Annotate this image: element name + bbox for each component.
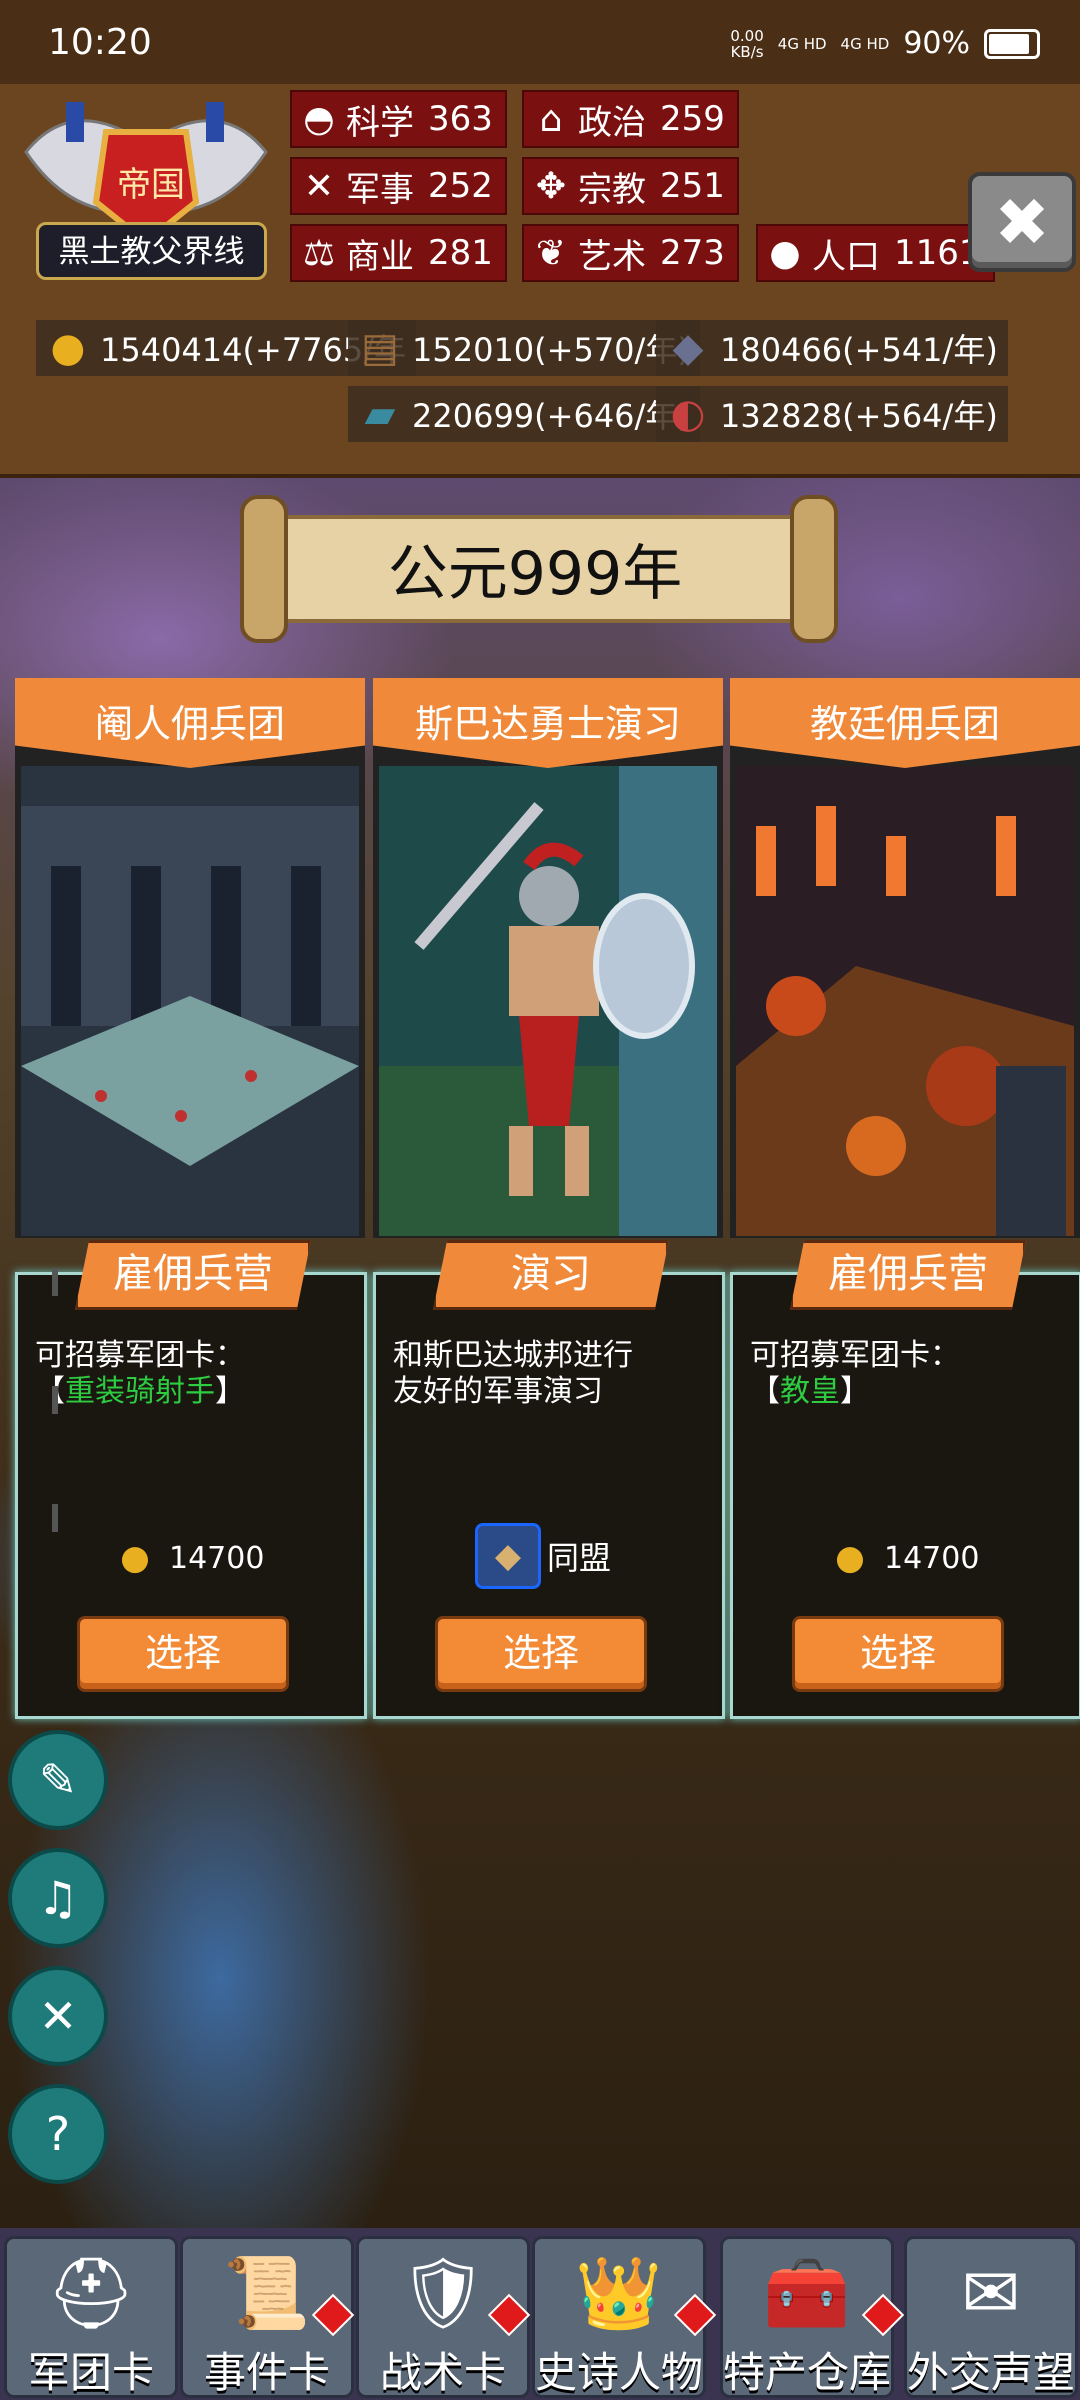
music-button[interactable]: ♫ (8, 1848, 108, 1948)
wood-icon: ▤ (361, 325, 399, 371)
year-text: 公元999年 (387, 539, 683, 609)
commerce-icon: ⚖ (302, 232, 336, 274)
alliance-shield-icon: ◆ (475, 1523, 541, 1589)
event-card-2[interactable]: 斯巴达勇士演习 演习 和斯巴达城邦进行 友好的军事演习 ◆ 同盟 选择 (373, 678, 725, 1719)
unit-name-highlight: 重装骑射手 (65, 1374, 215, 1409)
status-time: 10:20 (48, 22, 152, 63)
card-description: 可招募军团卡： 【教皇】 (750, 1338, 960, 1409)
status-bar: 10:20 0.00 KB/s 4G HD 4G HD 90% (0, 0, 1080, 84)
stat-art: ❦ 艺术 273 (522, 224, 739, 282)
stat-religion: ✥ 宗教 251 (522, 157, 739, 215)
signal-1: 4G HD (777, 34, 827, 53)
event-card-3[interactable]: 教廷佣兵团 雇佣兵营 可招募军团卡： 【教皇】 ● 14700 选择 (730, 678, 1080, 1719)
music-icon: ♫ (37, 1871, 79, 1925)
church-ruins-illustration (736, 766, 1074, 1236)
nav-legion-cards[interactable]: ⛑ 军团卡 (4, 2236, 178, 2398)
iron-icon: ▰ (364, 391, 396, 437)
select-button[interactable]: 选择 (435, 1616, 647, 1692)
alliance-reward: ◆ 同盟 (475, 1523, 611, 1589)
card-type-tag: 演习 (433, 1240, 669, 1310)
card-cost: ● 14700 (826, 1538, 979, 1578)
resource-stone: ◆ 180466(+541/年) (656, 320, 1008, 376)
help-button[interactable]: ? (8, 2084, 108, 2184)
close-icon: ✖ (994, 183, 1050, 261)
art-icon: ❦ (535, 232, 567, 274)
resource-meat: ◐ 132828(+564/年) (656, 386, 1008, 442)
castle-hall-illustration (21, 766, 359, 1236)
card-type-tag: 雇佣兵营 (75, 1240, 311, 1310)
battery-icon (984, 28, 1040, 59)
select-button[interactable]: 选择 (792, 1616, 1004, 1692)
stat-politics: ⌂ 政治 259 (522, 90, 739, 148)
population-icon: ● (769, 232, 801, 274)
unit-name-highlight: 教皇 (780, 1374, 840, 1409)
card-type-tag: 雇佣兵营 (790, 1240, 1026, 1310)
military-icon: ✕ (303, 165, 335, 207)
card-cost: ● 14700 (111, 1538, 264, 1578)
close-button[interactable]: ✖ (968, 172, 1076, 272)
resource-iron: ▰ 220699(+646/年) (348, 386, 700, 442)
chest-icon: 🧰 (763, 2252, 851, 2334)
stat-population: ● 人口 1161 (756, 224, 995, 282)
help-icon: ? (45, 2107, 71, 2161)
emblem-title: 帝国 (117, 165, 185, 205)
stat-science: ◓ 科学 363 (290, 90, 507, 148)
politics-icon: ⌂ (539, 98, 563, 140)
religion-icon: ✥ (535, 165, 567, 207)
gold-coin-icon: ● (835, 1538, 865, 1578)
signal-2: 4G HD (840, 34, 890, 53)
meat-icon: ◐ (670, 391, 706, 437)
sound-mute-icon: ✕ (38, 1989, 78, 2043)
card-description: 和斯巴达城邦进行 友好的军事演习 (393, 1338, 633, 1409)
sound-mute-button[interactable]: ✕ (8, 1966, 108, 2066)
network-speed: 0.00 KB/s (730, 26, 764, 61)
empire-emblem[interactable]: 帝国 黑土教父界线 (6, 92, 286, 292)
spartan-warrior-illustration (379, 766, 717, 1236)
card-description: 可招募军团卡： 【重装骑射手】 (35, 1338, 245, 1409)
quest-scroll-icon: ✎ (38, 1753, 78, 1807)
helmet-icon: ⛑ (46, 2252, 136, 2334)
resource-wood: ▤ 152010(+570/年) (348, 320, 700, 376)
status-right: 0.00 KB/s 4G HD 4G HD 90% (730, 26, 1040, 61)
stat-commerce: ⚖ 商业 281 (290, 224, 507, 282)
gold-coin-icon: ● (120, 1538, 150, 1578)
letter-icon: ✉ (961, 2252, 1021, 2334)
quest-scroll-button[interactable]: ✎ (8, 1730, 108, 1830)
battery-percent: 90% (903, 26, 970, 61)
nav-diplomacy[interactable]: ✉ 外交声望 (904, 2236, 1078, 2398)
empire-name: 黑土教父界线 (58, 234, 245, 270)
gold-icon: ● (50, 325, 86, 371)
event-card-1[interactable]: 阉人佣兵团 雇佣兵营 可招募军团卡： 【重装骑射手】 ● 14700 选择 (15, 678, 367, 1719)
stone-icon: ◆ (672, 325, 704, 371)
crown-icon: 👑 (575, 2252, 663, 2334)
select-button[interactable]: 选择 (77, 1616, 289, 1692)
empire-header: 帝国 黑土教父界线 ◓ 科学 363 ⌂ 政治 259 ✕ 军事 252 ✥ 宗… (0, 84, 1080, 478)
year-banner: 公元999年 (240, 495, 838, 643)
stat-military: ✕ 军事 252 (290, 157, 507, 215)
science-icon: ◓ (303, 98, 335, 140)
